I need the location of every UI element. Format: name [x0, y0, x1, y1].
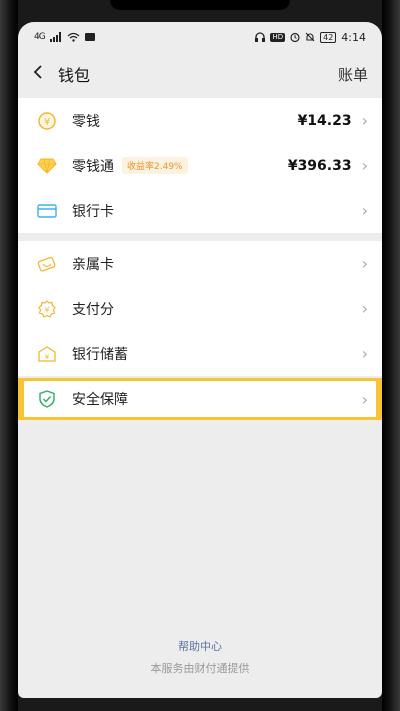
- diamond-icon: [36, 155, 58, 177]
- chevron-right-icon: ›: [361, 254, 368, 273]
- pay-score-icon: ¥: [36, 298, 58, 320]
- row-bank-card[interactable]: 银行卡 ›: [18, 188, 382, 233]
- row-change[interactable]: ¥ 零钱 ¥14.23 ›: [18, 98, 382, 143]
- bank-card-icon: [36, 200, 58, 222]
- bill-button[interactable]: 账单: [338, 64, 368, 85]
- chevron-right-icon: ›: [361, 156, 368, 175]
- family-card-icon: [36, 253, 58, 275]
- lingqiantong-balance: ¥396.33: [287, 157, 352, 174]
- signal-icon: [49, 32, 61, 42]
- change-balance: ¥14.23: [297, 112, 352, 129]
- screen: 4G HD 42 4:14 钱包 账单 ¥ 零钱 ¥14.23 › 零钱通 收益…: [18, 22, 382, 698]
- chevron-right-icon: ›: [361, 111, 368, 130]
- chevron-right-icon: ›: [361, 389, 368, 409]
- row-bank-savings[interactable]: ¥ 银行储蓄 ›: [18, 331, 382, 376]
- svg-text:¥: ¥: [44, 305, 49, 314]
- battery-level: 42: [320, 31, 337, 43]
- row-label: 银行储蓄: [72, 346, 128, 363]
- savings-icon: ¥: [36, 343, 58, 365]
- chevron-left-icon: [33, 65, 42, 79]
- wallet-group-secondary: 亲属卡 › ¥ 支付分 › ¥ 银行储蓄 ›: [18, 241, 382, 376]
- wallet-group-primary: ¥ 零钱 ¥14.23 › 零钱通 收益率2.49% ¥396.33 › 银行卡: [18, 98, 382, 233]
- row-label: 零钱通: [72, 158, 114, 175]
- shield-icon: [36, 388, 58, 410]
- back-button[interactable]: [32, 63, 52, 85]
- help-center-link[interactable]: 帮助中心: [18, 638, 382, 654]
- nav-bar: 钱包 账单: [18, 52, 382, 96]
- headset-icon: [255, 32, 266, 42]
- yield-badge: 收益率2.49%: [122, 157, 188, 174]
- row-label: 亲属卡: [72, 256, 114, 273]
- chevron-right-icon: ›: [361, 344, 368, 363]
- phone-notch: [110, 0, 290, 10]
- row-label: 安全保障: [72, 392, 128, 408]
- row-lingqiantong[interactable]: 零钱通 收益率2.49% ¥396.33 ›: [18, 143, 382, 188]
- coin-icon: ¥: [36, 110, 58, 132]
- frame-edge-right: [382, 0, 400, 711]
- mute-icon: [305, 32, 315, 42]
- network-indicator: 4G: [34, 32, 46, 42]
- notification-icon: [84, 33, 95, 41]
- row-label: 支付分: [72, 301, 114, 318]
- wifi-icon: [67, 32, 80, 42]
- row-family-card[interactable]: 亲属卡 ›: [18, 241, 382, 286]
- phone-frame: 4G HD 42 4:14 钱包 账单 ¥ 零钱 ¥14.23 › 零钱通 收益…: [0, 0, 400, 711]
- provider-note: 本服务由财付通提供: [150, 662, 250, 675]
- alarm-icon: [290, 32, 300, 42]
- row-label: 零钱: [72, 113, 100, 130]
- chevron-right-icon: ›: [361, 201, 368, 220]
- row-pay-score[interactable]: ¥ 支付分 ›: [18, 286, 382, 331]
- clock: 4:14: [341, 30, 366, 44]
- page-title: 钱包: [58, 66, 91, 85]
- row-security[interactable]: 安全保障 ›: [18, 378, 382, 420]
- frame-edge-left: [0, 0, 18, 711]
- status-bar: 4G HD 42 4:14: [18, 22, 382, 52]
- chevron-right-icon: ›: [361, 299, 368, 318]
- svg-text:¥: ¥: [44, 117, 50, 128]
- hd-badge: HD: [270, 32, 286, 42]
- row-label: 银行卡: [72, 203, 114, 220]
- svg-text:¥: ¥: [45, 353, 50, 361]
